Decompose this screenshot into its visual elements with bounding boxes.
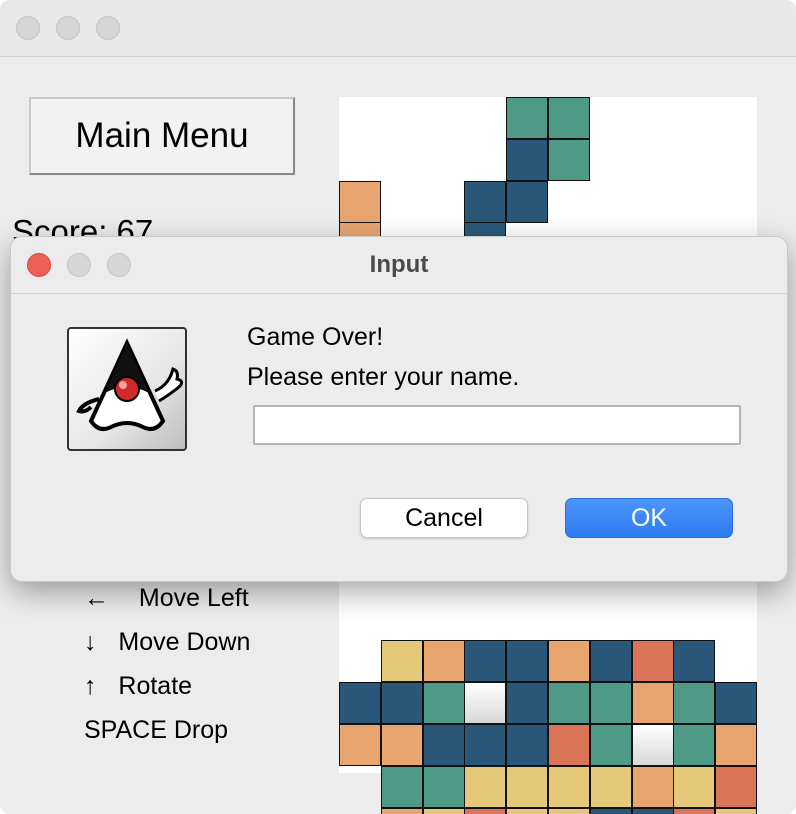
- tetris-window: Main Menu Score: 67 ← Move Left ↓ Move D…: [0, 0, 796, 814]
- board-cell: [506, 180, 549, 223]
- board-cell: [715, 807, 758, 814]
- board-cell: [673, 682, 716, 725]
- board-cell: [464, 640, 507, 683]
- controls-legend: ← Move Left ↓ Move Down ↑ Rotate SPACE D…: [84, 578, 324, 754]
- main-menu-button[interactable]: Main Menu: [29, 97, 295, 175]
- board-cell: [380, 640, 423, 683]
- board-cell: [548, 138, 590, 181]
- control-key: SPACE: [84, 716, 167, 744]
- board-cell: [339, 180, 381, 223]
- dialog-message-line2: Please enter your name.: [247, 363, 520, 391]
- control-key: ↓: [84, 628, 97, 656]
- board-cell: [380, 724, 423, 766]
- board-cell: [506, 682, 549, 725]
- board-cell: [339, 724, 381, 766]
- board-cell: [673, 640, 716, 683]
- control-rotate: ↑ Rotate: [84, 666, 324, 710]
- close-light-icon[interactable]: [16, 16, 40, 40]
- board-cell: [631, 640, 674, 683]
- board-cell: [506, 138, 549, 181]
- control-drop: SPACE Drop: [84, 710, 324, 754]
- board-cell: [631, 724, 674, 766]
- board-cell: [464, 180, 507, 223]
- window-titlebar: [0, 0, 796, 57]
- control-action: Move Down: [118, 628, 251, 656]
- java-duke-icon: [67, 327, 187, 451]
- control-key: ←: [84, 584, 109, 612]
- dialog-message-line1: Game Over!: [247, 323, 384, 351]
- board-cell: [673, 724, 716, 766]
- board-cell: [548, 724, 590, 766]
- board-cell: [422, 765, 465, 808]
- control-move-down: ↓ Move Down: [84, 622, 324, 666]
- board-cell: [506, 724, 549, 766]
- board-cell: [464, 724, 507, 766]
- zoom-light-icon[interactable]: [96, 16, 120, 40]
- board-cell: [506, 807, 549, 814]
- board-cell: [464, 765, 507, 808]
- board-cell: [631, 682, 674, 725]
- board-cell: [589, 765, 632, 808]
- board-cell: [339, 682, 381, 725]
- ok-button[interactable]: OK: [565, 498, 733, 538]
- control-action: Drop: [173, 716, 229, 744]
- board-cell: [548, 765, 590, 808]
- board-cell: [589, 724, 632, 766]
- board-cell: [464, 682, 507, 725]
- board-cell: [548, 807, 590, 814]
- board-cell: [548, 97, 590, 139]
- board-cell: [673, 765, 716, 808]
- board-cell: [380, 807, 423, 814]
- board-cell: [464, 807, 507, 814]
- board-cell: [589, 807, 632, 814]
- board-cell: [715, 724, 758, 766]
- board-cell: [631, 807, 674, 814]
- board-cell: [715, 682, 758, 725]
- control-move-left: ← Move Left: [84, 578, 324, 622]
- board-cell: [422, 640, 465, 683]
- minimize-light-icon[interactable]: [56, 16, 80, 40]
- board-cell: [548, 640, 590, 683]
- dialog-titlebar: Input: [11, 237, 787, 294]
- board-cell: [673, 807, 716, 814]
- board-cell: [548, 682, 590, 725]
- board-cell: [380, 682, 423, 725]
- board-cell: [715, 765, 758, 808]
- board-cell: [631, 765, 674, 808]
- control-action: Rotate: [118, 672, 193, 700]
- control-key: ↑: [84, 672, 97, 700]
- board-cell: [380, 765, 423, 808]
- board-cell: [506, 765, 549, 808]
- control-action: Move Left: [138, 584, 249, 612]
- input-dialog: Input Game Over! Please enter your name.…: [10, 236, 788, 582]
- board-cell: [422, 807, 465, 814]
- cancel-button[interactable]: Cancel: [360, 498, 528, 538]
- board-cell: [422, 682, 465, 725]
- board-cell: [589, 682, 632, 725]
- board-cell: [506, 97, 549, 139]
- board-cell: [506, 640, 549, 683]
- board-cell: [422, 724, 465, 766]
- board-cell: [589, 640, 632, 683]
- dialog-title: Input: [369, 251, 429, 278]
- name-input[interactable]: [253, 405, 741, 445]
